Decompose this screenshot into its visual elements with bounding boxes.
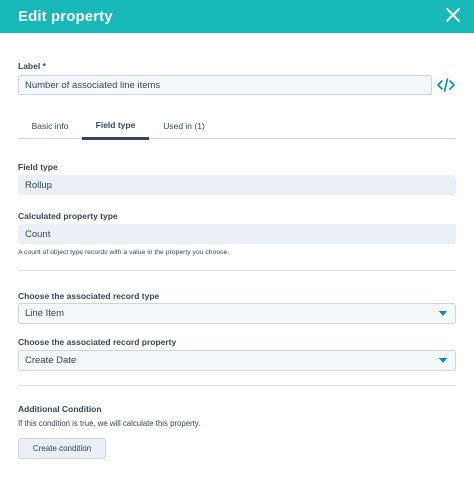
field-type-value-box: Rollup: [18, 175, 456, 195]
tab-field-type[interactable]: Field type: [82, 112, 149, 140]
associated-record-property-label: Choose the associated record property: [18, 337, 177, 347]
modal-header: Edit property: [0, 0, 474, 33]
associated-record-type-label: Choose the associated record type: [18, 291, 160, 301]
chevron-down-icon: [439, 358, 447, 363]
section-divider: [18, 385, 456, 386]
close-icon[interactable]: [442, 4, 464, 26]
label-field-label: Label *: [18, 61, 46, 71]
calculated-property-type-helper: A count of object type records with a va…: [18, 249, 230, 256]
associated-record-type-value: Line Item: [25, 308, 65, 319]
additional-condition-label: Additional Condition: [18, 404, 102, 414]
modal-title: Edit property: [18, 8, 113, 25]
create-condition-button[interactable]: Create condition: [18, 438, 106, 459]
label-input[interactable]: Number of associated line items: [18, 75, 432, 95]
additional-condition-description: If this condition is true, we will calcu…: [18, 419, 201, 428]
calculated-property-type-label: Calculated property type: [18, 211, 118, 221]
calculated-property-type-value: Count: [25, 228, 51, 240]
tab-bar: Basic info Field type Used in (1): [18, 112, 456, 140]
field-type-value: Rollup: [25, 179, 52, 191]
section-divider: [18, 270, 456, 271]
chevron-down-icon: [439, 311, 447, 316]
field-type-label: Field type: [18, 162, 58, 172]
tab-basic-info[interactable]: Basic info: [18, 112, 82, 139]
associated-record-property-value: Create Date: [25, 355, 77, 366]
tab-used-in[interactable]: Used in (1): [149, 112, 219, 139]
label-input-value: Number of associated line items: [25, 79, 161, 91]
calculated-property-type-value-box: Count: [18, 224, 456, 244]
associated-record-property-select[interactable]: Create Date: [18, 350, 456, 371]
associated-record-type-select[interactable]: Line Item: [18, 303, 456, 324]
code-icon[interactable]: [436, 76, 456, 94]
